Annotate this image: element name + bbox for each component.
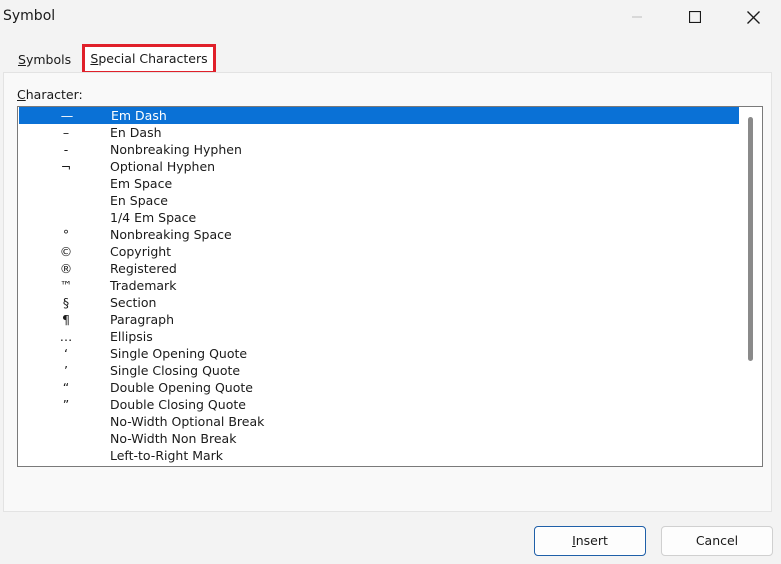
character-name: En Space [110,193,168,208]
list-item[interactable]: © Copyright [18,243,738,260]
character-name: Left-to-Right Mark [110,448,224,463]
maximize-icon [689,11,701,23]
title-bar: Symbol [0,0,781,34]
character-name: Nonbreaking Space [110,227,232,242]
character-name: Registered [110,261,177,276]
list-item[interactable]: No-Width Non Break [18,430,738,447]
cancel-button[interactable]: Cancel [661,526,773,556]
list-item[interactable]: ’ Single Closing Quote [18,362,738,379]
tab-special-characters[interactable]: Special Characters [82,44,216,74]
character-name: No-Width Optional Break [110,414,265,429]
tab-strip: Symbols Special Characters [0,44,781,74]
character-label-access-key: C [17,87,26,102]
character-name: Ellipsis [110,329,153,344]
character-glyph: ¬ [60,159,72,174]
character-name: Paragraph [110,312,175,327]
symbol-dialog: Symbol Symbols Special Characters Charac… [0,0,781,564]
character-glyph: ™ [59,278,73,293]
character-name: Single Opening Quote [110,346,248,361]
character-name: Section [110,295,157,310]
list-item[interactable]: ” Double Closing Quote [18,396,738,413]
list-item[interactable]: ¶ Paragraph [18,311,738,328]
close-button[interactable] [724,0,781,34]
insert-label: nsert [575,533,608,548]
list-item[interactable]: … Ellipsis [18,328,738,345]
insert-button[interactable]: Insert [534,526,646,556]
character-name: Double Closing Quote [110,397,246,412]
tab-special-label: pecial Characters [98,51,208,66]
tab-symbols-label: ymbols [25,52,72,67]
character-list[interactable]: Left-to-Right Mark No-Width Non Break No-W… [17,106,763,467]
window-title: Symbol [3,8,56,24]
tab-symbols-access-key: S [18,52,26,67]
special-characters-panel: Character: Left-to-Right Mark No-Width No… [3,72,772,512]
list-item[interactable]: ™ Trademark [18,277,738,294]
character-glyph: ¶ [62,312,70,327]
list-item[interactable]: – En Dash [18,124,738,141]
character-glyph: - [63,142,69,157]
character-glyph: § [62,295,70,310]
list-item[interactable]: § Section [18,294,738,311]
list-item[interactable]: ® Registered [18,260,738,277]
character-glyph: ‘ [64,346,68,361]
list-item[interactable]: Em Space [18,175,738,192]
character-label-text: haracter: [25,87,83,102]
list-item[interactable]: ° Nonbreaking Space [18,226,738,243]
close-icon [746,10,760,24]
character-name: Trademark [110,278,177,293]
list-item[interactable]: 1/4 Em Space [18,209,738,226]
maximize-button[interactable] [666,0,724,34]
list-item[interactable]: En Space [18,192,738,209]
list-scrollbar[interactable] [740,107,762,466]
character-glyph: ’ [64,363,68,378]
character-name: Em Space [110,176,173,191]
character-glyph: – [62,125,70,140]
list-item[interactable]: - Nonbreaking Hyphen [18,141,738,158]
character-name: Nonbreaking Hyphen [110,142,242,157]
character-name: Single Closing Quote [110,363,241,378]
character-glyph: “ [62,380,70,395]
minimize-button[interactable] [608,0,666,34]
list-item[interactable]: ‘ Single Opening Quote [18,345,738,362]
list-item[interactable]: Left-to-Right Mark [18,447,738,464]
character-name: No-Width Non Break [110,431,237,446]
tab-symbols[interactable]: Symbols [8,47,80,73]
character-name: 1/4 Em Space [110,210,197,225]
character-glyph: ® [59,261,73,276]
list-item[interactable]: “ Double Opening Quote [18,379,738,396]
character-glyph: … [59,329,73,344]
character-name: Copyright [110,244,172,259]
character-name: Em Dash [111,108,167,123]
character-name: Optional Hyphen [110,159,216,174]
list-item[interactable]: — Em Dash [19,107,739,124]
minimize-icon [632,16,642,18]
character-name: Double Opening Quote [110,380,253,395]
list-item[interactable]: No-Width Optional Break [18,413,738,430]
character-label: Character: [17,87,83,102]
character-name: En Dash [110,125,162,140]
character-glyph: © [59,244,73,259]
list-item[interactable]: ¬ Optional Hyphen [18,158,738,175]
character-glyph: ” [62,397,70,412]
character-glyph: — [60,108,74,123]
scrollbar-thumb[interactable] [748,117,753,361]
character-glyph: ° [62,227,70,242]
